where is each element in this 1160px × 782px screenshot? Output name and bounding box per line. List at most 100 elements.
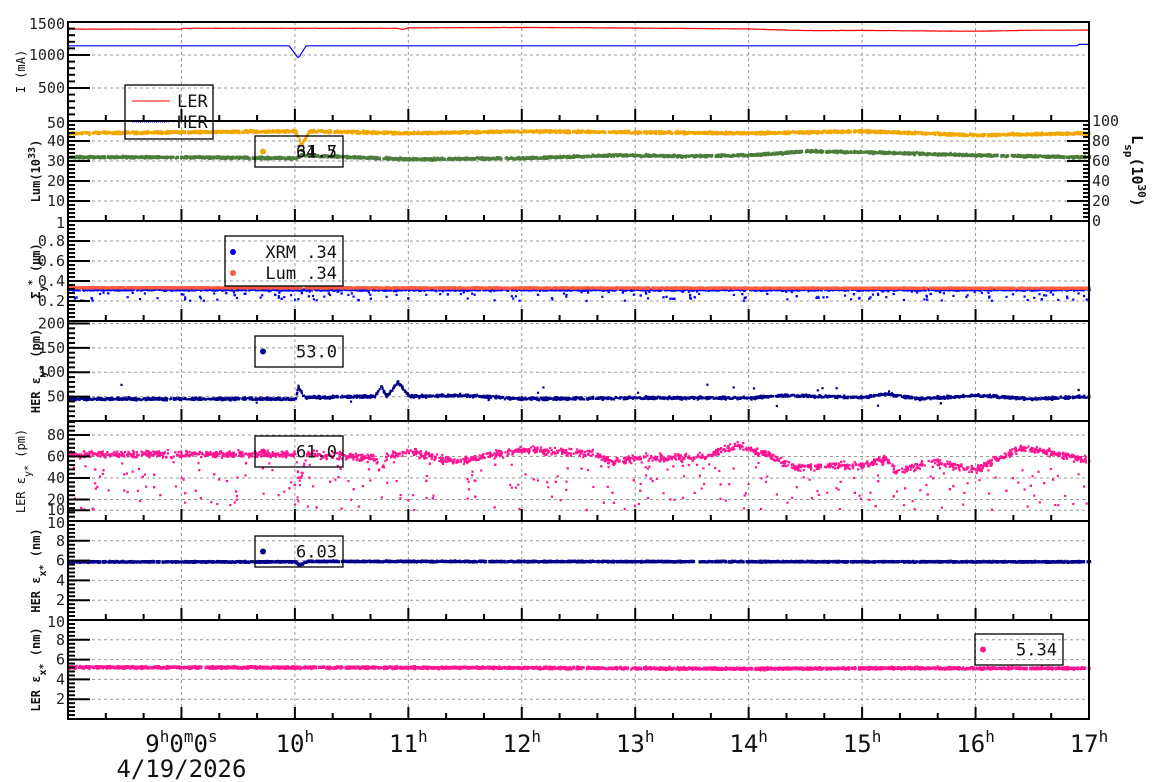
data-point: [639, 155, 643, 159]
data-point: [485, 130, 488, 134]
data-point: [587, 130, 590, 134]
data-point: [453, 130, 456, 134]
data-point: [682, 131, 685, 134]
data-point: [136, 155, 139, 159]
data-point: [649, 154, 653, 158]
data-point: [1080, 131, 1083, 135]
y-axis-label: I (mA): [14, 50, 28, 93]
data-point: [185, 155, 188, 158]
data-point: [438, 158, 441, 162]
label-part: (10: [1128, 157, 1146, 184]
data-point: [742, 154, 745, 158]
data-point: [580, 131, 583, 135]
data-point: [172, 155, 175, 159]
data-point: [1000, 154, 1003, 158]
data-point: [150, 131, 153, 135]
data-point: [567, 131, 570, 135]
data-point: [1010, 133, 1014, 136]
data-point: [589, 130, 592, 134]
data-point: [516, 156, 519, 160]
data-point: [869, 130, 872, 134]
data-point: [96, 131, 99, 135]
data-point: [458, 131, 461, 135]
data-point: [838, 130, 841, 133]
data-point: [812, 149, 815, 153]
data-point: [517, 129, 520, 133]
data-point: [386, 131, 389, 135]
data-point: [90, 155, 93, 158]
data-point: [373, 155, 376, 159]
y-tick-label: 1000: [29, 46, 65, 64]
data-point: [520, 130, 523, 134]
data-point: [994, 133, 997, 136]
data-point: [553, 129, 556, 133]
data-point: [84, 131, 87, 135]
data-point: [478, 130, 481, 134]
data-point: [753, 153, 756, 157]
data-point: [455, 158, 458, 162]
data-point: [874, 150, 877, 154]
data-point: [102, 155, 105, 159]
data-point: [480, 156, 483, 160]
data-point: [960, 153, 963, 157]
data-point: [522, 129, 525, 133]
data-point: [476, 131, 479, 135]
data-point: [806, 130, 809, 134]
data-point: [382, 132, 386, 136]
data-point: [734, 131, 737, 135]
data-point: [116, 156, 119, 159]
data-point: [325, 130, 328, 133]
data-point: [940, 153, 943, 157]
data-point: [514, 157, 517, 161]
data-point: [745, 132, 749, 136]
data-point: [1022, 154, 1025, 158]
data-point: [769, 131, 772, 135]
data-point: [365, 156, 368, 160]
data-point: [873, 129, 876, 133]
data-point: [347, 155, 350, 159]
data-point: [255, 131, 259, 134]
data-point: [285, 129, 288, 132]
data-point: [886, 151, 889, 155]
data-point: [654, 131, 657, 135]
right-tick-label: 0: [1092, 212, 1101, 230]
data-point: [385, 155, 388, 159]
data-point: [759, 153, 763, 157]
data-point: [886, 130, 889, 134]
label-part: ): [29, 140, 43, 147]
data-point: [923, 132, 926, 136]
data-point: [1069, 132, 1072, 136]
data-point: [944, 153, 947, 157]
data-point: [577, 155, 580, 159]
data-point: [429, 158, 432, 162]
data-point: [771, 131, 774, 135]
data-point: [696, 154, 699, 158]
data-point: [147, 156, 150, 160]
data-point: [822, 149, 825, 153]
right-tick-label: 20: [1092, 192, 1110, 210]
data-point: [349, 130, 353, 134]
data-point: [987, 134, 990, 137]
data-point: [826, 150, 829, 154]
data-point: [291, 128, 295, 132]
data-point: [208, 131, 211, 135]
data-point: [165, 155, 168, 159]
data-point: [470, 130, 473, 134]
data-point: [670, 130, 673, 134]
data-point: [557, 130, 560, 134]
data-point: [228, 130, 232, 134]
data-point: [328, 131, 331, 135]
data-point: [888, 151, 891, 155]
data-point: [496, 130, 499, 134]
data-point: [399, 157, 402, 161]
data-point: [510, 156, 513, 160]
data-point: [836, 129, 839, 133]
data-point: [526, 130, 529, 134]
data-point: [966, 134, 969, 138]
data-point: [424, 131, 428, 135]
data-point: [118, 132, 121, 135]
data-point: [507, 157, 510, 161]
data-point: [317, 129, 320, 133]
data-point: [198, 155, 202, 159]
data-point: [578, 130, 581, 134]
